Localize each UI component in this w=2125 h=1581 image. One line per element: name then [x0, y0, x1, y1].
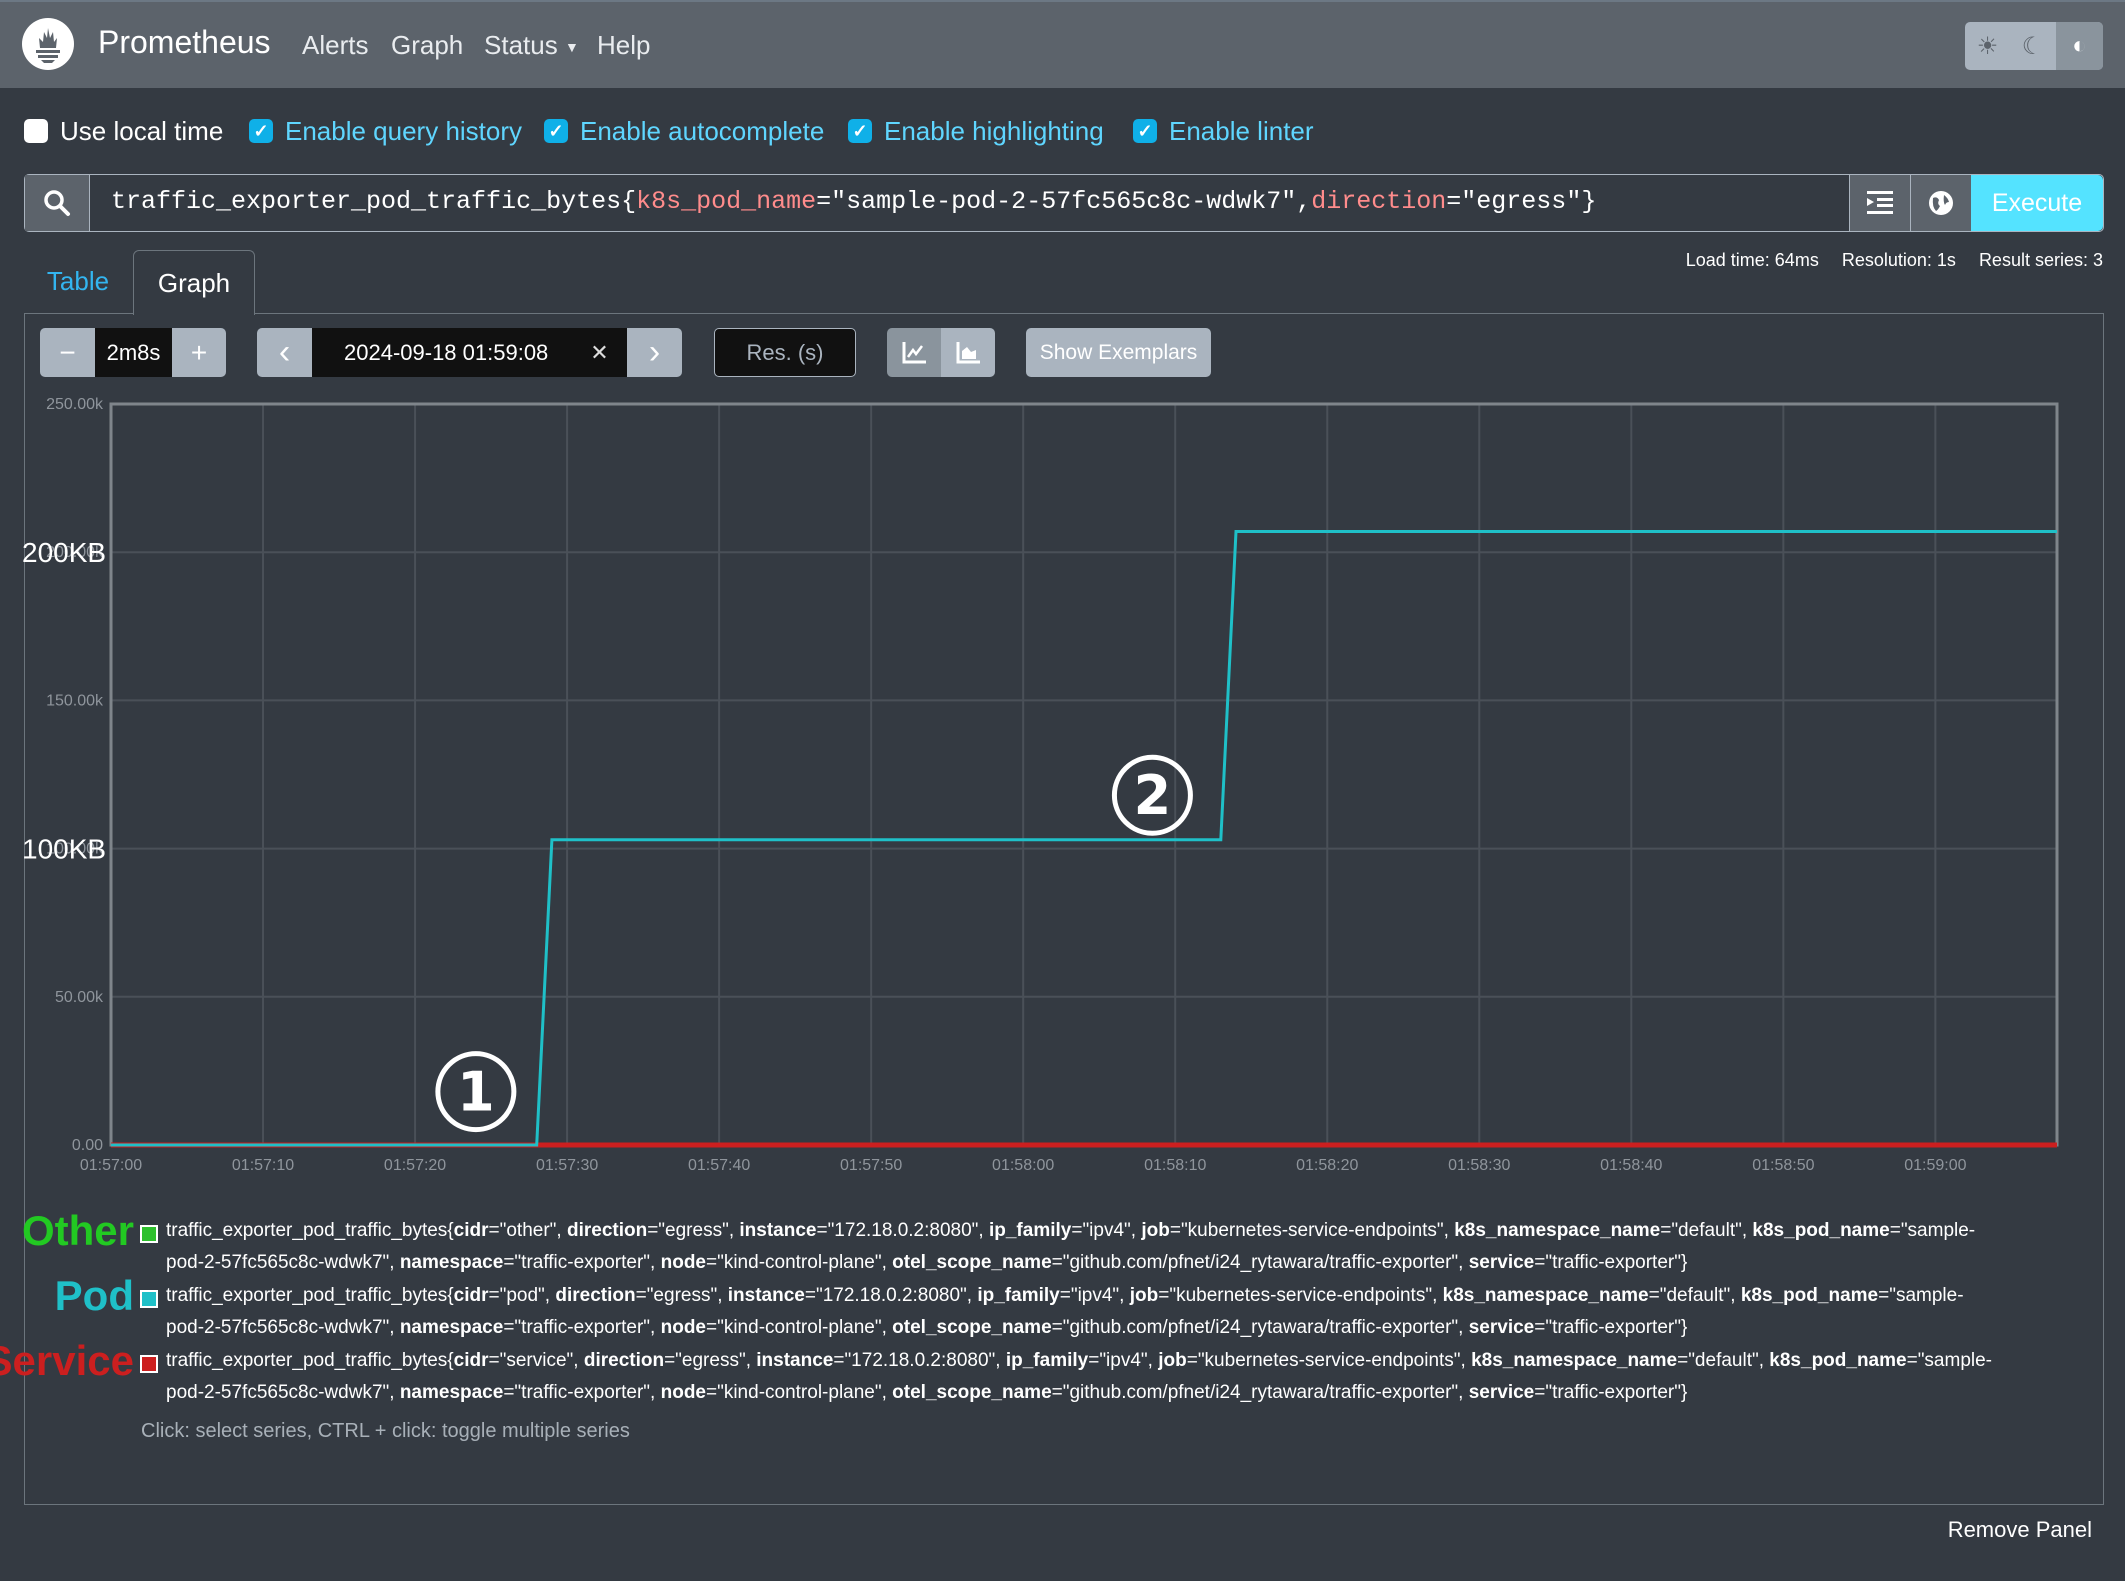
x-tick-label: 01:57:00 — [80, 1157, 142, 1174]
x-tick-label: 01:57:10 — [232, 1157, 294, 1174]
overlay-value-label: 100KB — [22, 834, 106, 865]
series-color-swatch — [140, 1290, 158, 1308]
annotation-number: 1 — [457, 1061, 495, 1124]
y-tick-label: 0.00 — [72, 1137, 103, 1154]
x-tick-label: 01:58:30 — [1448, 1157, 1510, 1174]
x-tick-label: 01:57:40 — [688, 1157, 750, 1174]
series-label: traffic_exporter_pod_traffic_bytes{cidr=… — [166, 1285, 1964, 1338]
series-line-pod — [111, 530, 2057, 1147]
tab-graph[interactable]: Graph — [133, 250, 255, 315]
series-label: traffic_exporter_pod_traffic_bytes{cidr=… — [166, 1350, 1993, 1403]
legend-hint: Click: select series, CTRL + click: togg… — [141, 1420, 630, 1442]
x-tick-label: 01:58:20 — [1296, 1157, 1358, 1174]
series-tag: Other — [21, 1207, 134, 1254]
x-tick-label: 01:57:30 — [536, 1157, 598, 1174]
x-tick-label: 01:58:00 — [992, 1157, 1054, 1174]
remove-panel-button[interactable]: Remove Panel — [1948, 1517, 2092, 1543]
x-tick-label: 01:58:10 — [1144, 1157, 1206, 1174]
series-color-swatch — [140, 1355, 158, 1373]
overlay-value-label: 200KB — [22, 537, 106, 568]
annotation-number: 2 — [1134, 764, 1172, 827]
y-tick-label: 150.00k — [46, 692, 104, 709]
series-color-swatch — [140, 1225, 158, 1243]
x-tick-label: 01:58:50 — [1752, 1157, 1814, 1174]
y-tick-label: 250.00k — [46, 396, 104, 413]
x-tick-label: 01:57:20 — [384, 1157, 446, 1174]
plot-border — [109, 402, 2059, 1147]
series-tag: Pod — [54, 1272, 134, 1319]
series-label: traffic_exporter_pod_traffic_bytes{cidr=… — [166, 1220, 1976, 1273]
x-tick-label: 01:59:00 — [1904, 1157, 1966, 1174]
y-tick-label: 50.00k — [55, 989, 104, 1006]
series-tag: Service — [0, 1337, 134, 1384]
x-tick-label: 01:57:50 — [840, 1157, 902, 1174]
x-tick-label: 01:58:40 — [1600, 1157, 1662, 1174]
